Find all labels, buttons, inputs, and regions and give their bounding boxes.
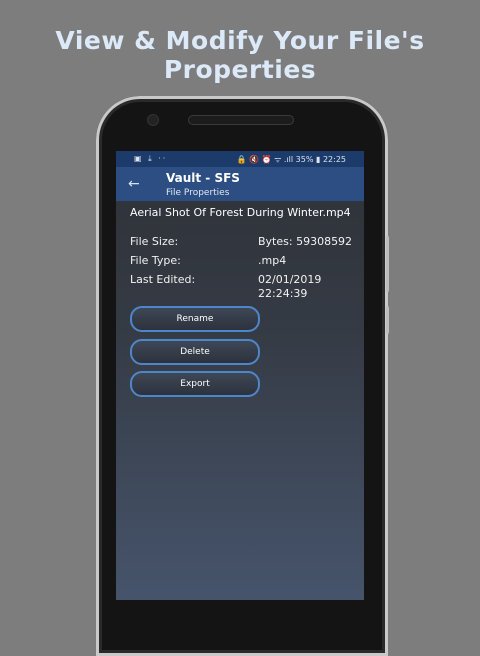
- earpiece-speaker: [188, 115, 294, 125]
- phone-screen: ▣ ⤓ ·· 🔒 🔇 ⏰ ᯤ .ıll 35% ▮ 22:25 ← Vault …: [116, 151, 364, 600]
- phone-volume-button: [386, 236, 389, 292]
- app-subtitle: File Properties: [166, 188, 230, 198]
- status-system-info: 🔒 🔇 ⏰ ᯤ .ıll 35% ▮ 22:25: [236, 155, 346, 164]
- file-name: Aerial Shot Of Forest During Winter.mp4: [130, 206, 351, 219]
- rename-button[interactable]: Rename: [130, 306, 260, 332]
- front-camera: [148, 115, 158, 125]
- status-notification-icons: ▣ ⤓ ··: [134, 154, 168, 163]
- file-size-label: File Size:: [130, 235, 179, 248]
- last-edited-time: 22:24:39: [258, 287, 308, 300]
- app-title: Vault - SFS: [166, 171, 240, 185]
- last-edited-date: 02/01/2019: [258, 273, 322, 286]
- delete-button[interactable]: Delete: [130, 339, 260, 365]
- file-size-value: Bytes: 59308592: [258, 235, 353, 248]
- last-edited-label: Last Edited:: [130, 273, 196, 286]
- file-type-label: File Type:: [130, 254, 181, 267]
- back-arrow-icon[interactable]: ←: [128, 176, 140, 192]
- export-button[interactable]: Export: [130, 371, 260, 397]
- promo-headline-line1: View & Modify Your File's: [55, 26, 425, 55]
- phone-power-button: [386, 306, 389, 334]
- status-bar: ▣ ⤓ ·· 🔒 🔇 ⏰ ᯤ .ıll 35% ▮ 22:25: [116, 151, 364, 167]
- file-type-value: .mp4: [258, 254, 287, 267]
- promo-headline-line2: Properties: [163, 55, 317, 84]
- promo-headline: View & Modify Your File's Properties: [0, 26, 480, 84]
- app-bar: ← Vault - SFS File Properties: [116, 167, 364, 201]
